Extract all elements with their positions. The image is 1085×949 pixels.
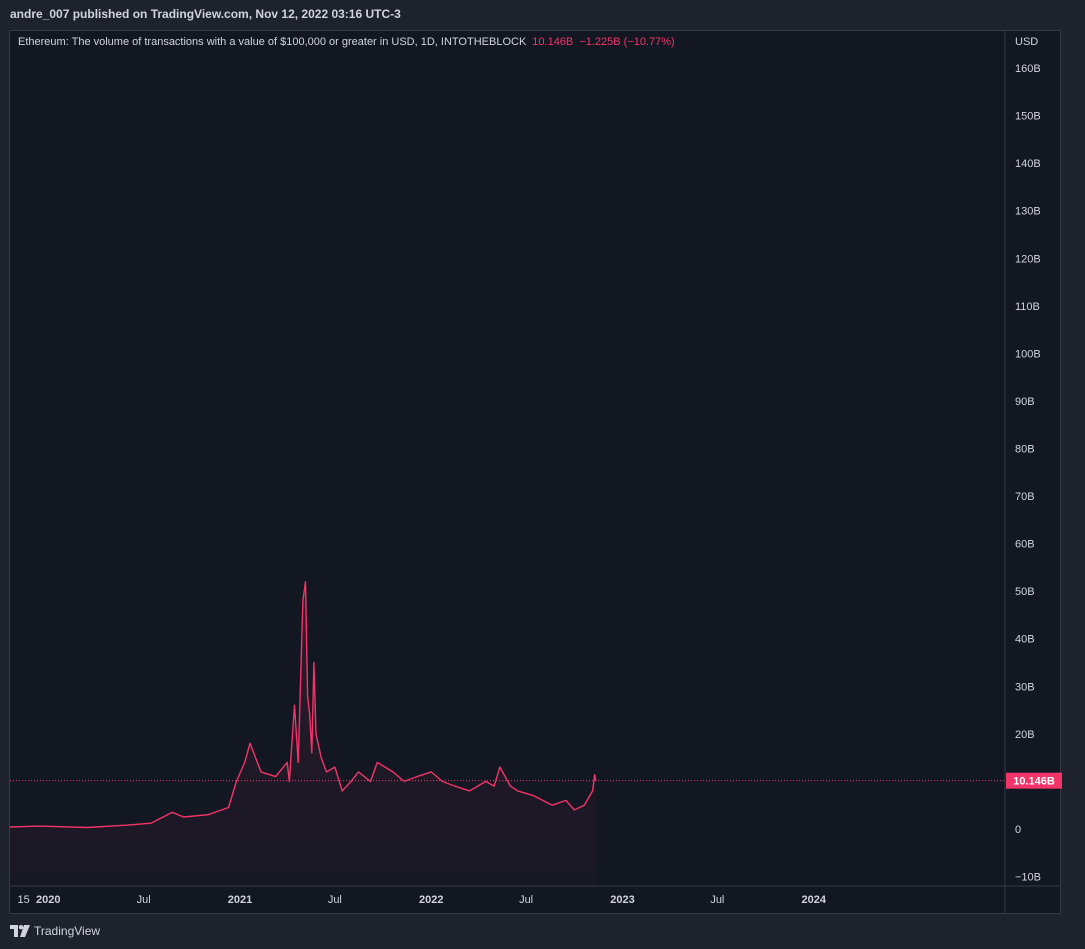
y-tick-label: 160B [1015, 63, 1041, 75]
y-tick-label: 140B [1015, 158, 1041, 170]
x-tick-label: Jul [710, 894, 724, 906]
x-tick-label: Jul [137, 894, 151, 906]
y-tick-label: 110B [1015, 301, 1040, 313]
y-tick-label: −10B [1015, 871, 1041, 883]
y-tick-label: 0 [1015, 824, 1021, 836]
series-area-fill [10, 581, 596, 886]
x-tick-label: Jul [519, 894, 533, 906]
y-tick-label: 150B [1015, 111, 1041, 123]
legend-change: −1.225B (−10.77%) [579, 36, 675, 48]
y-tick-label: 80B [1015, 443, 1035, 455]
y-tick-label: 30B [1015, 681, 1035, 693]
x-tick-label: 2023 [610, 894, 634, 906]
y-tick-label: 70B [1015, 491, 1035, 503]
x-tick-label: 15 [17, 894, 29, 906]
x-axis: 15 2020 Jul 2021 Jul 2022 Jul 2023 Jul 2024 [10, 885, 1061, 906]
footer-brand[interactable]: TradingView [10, 924, 100, 938]
legend-title: Ethereum: The volume of transactions wit… [18, 36, 527, 48]
y-tick-label: 50B [1015, 586, 1035, 598]
tradingview-logo-icon [10, 925, 30, 937]
x-tick-label: 2022 [419, 894, 443, 906]
plot-area [9, 580, 1005, 886]
footer-brand-label: TradingView [34, 924, 101, 938]
y-tick-label: 120B [1015, 253, 1041, 265]
chart-svg[interactable]: USD 160B 150B 140B 130B 120B 110B 100B 90B 80B 70B… [0, 0, 1085, 949]
y-tick-label: 130B [1015, 206, 1041, 218]
last-value-badge-label: 10.146B [1013, 776, 1055, 788]
y-tick-label: 40B [1015, 634, 1035, 646]
y-tick-label: 20B [1015, 729, 1035, 741]
chart-legend: Ethereum: The volume of transactions wit… [18, 36, 675, 48]
y-tick-label: 100B [1015, 348, 1041, 360]
y-tick-label: 60B [1015, 539, 1035, 551]
y-axis-currency-label: USD [1015, 36, 1038, 48]
x-tick-label: 2020 [36, 894, 60, 906]
x-tick-label: 2021 [228, 894, 252, 906]
legend-last-value: 10.146B [532, 36, 574, 48]
x-tick-label: Jul [328, 894, 342, 906]
y-tick-label: 90B [1015, 396, 1035, 408]
y-axis: USD 160B 150B 140B 130B 120B 110B 100B 90B 80B 70B… [1004, 30, 1062, 914]
x-tick-label: 2024 [802, 894, 827, 906]
